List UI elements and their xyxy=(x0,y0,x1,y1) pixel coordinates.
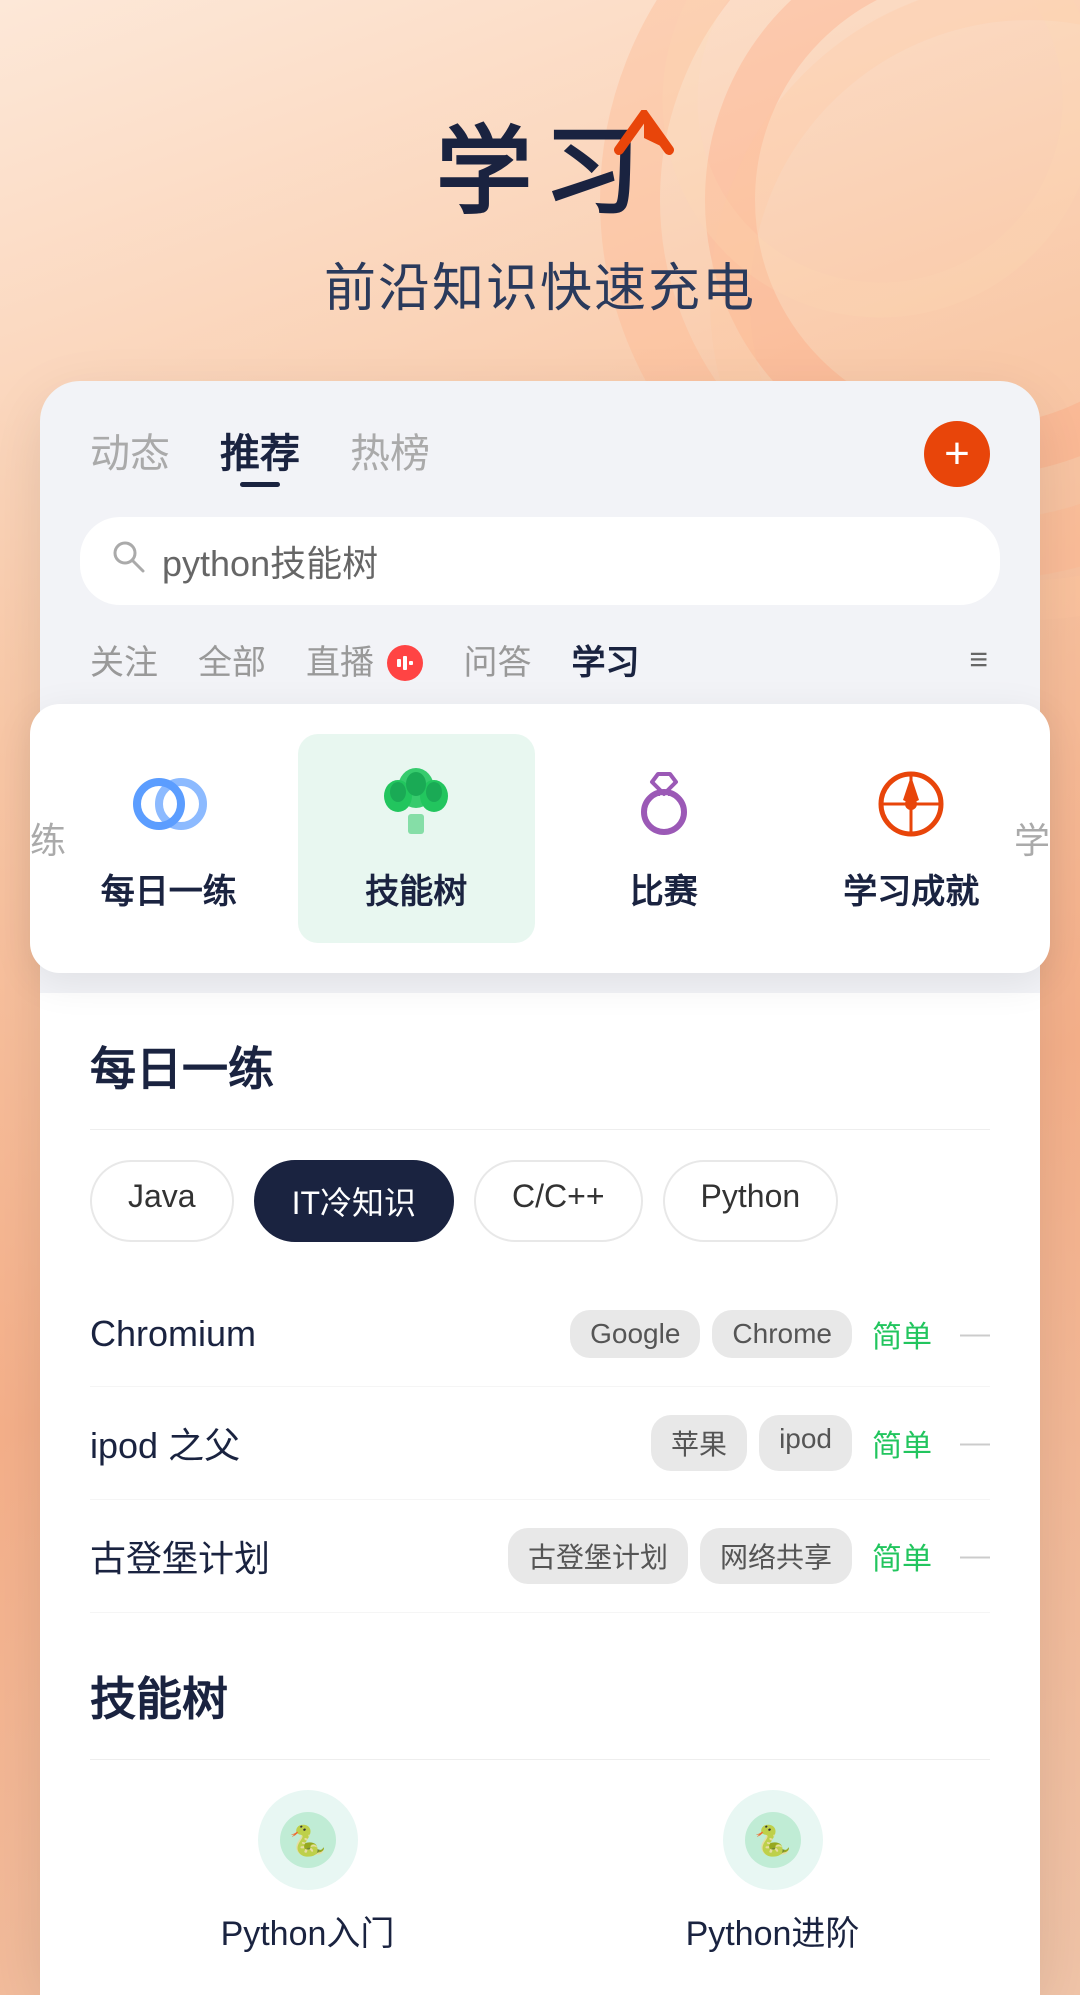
quiz-item-ipod[interactable]: ipod 之父 苹果 ipod 简单 — xyxy=(90,1387,990,1500)
skill-python-advanced-label: Python进阶 xyxy=(686,1906,860,1955)
hero-xi-char: 习 xyxy=(544,120,644,226)
difficulty-ipod: 简单 xyxy=(872,1421,932,1465)
tag-ipod: ipod xyxy=(759,1415,852,1471)
feature-daily-label: 每日一练 xyxy=(101,864,237,913)
hero-subtitle: 前沿知识快速充电 xyxy=(0,246,1080,321)
svg-text:🐍: 🐍 xyxy=(754,1823,791,1858)
tag-network-share: 网络共享 xyxy=(700,1528,852,1584)
pill-python[interactable]: Python xyxy=(663,1160,839,1242)
partial-left-label: 练 xyxy=(30,812,66,864)
feature-skill-label: 技能树 xyxy=(365,864,467,913)
quiz-tags-ipod: 苹果 ipod xyxy=(651,1415,852,1471)
medal-icon xyxy=(624,764,704,844)
pill-java[interactable]: Java xyxy=(90,1160,234,1242)
feature-daily-practice[interactable]: 练 每日一练 xyxy=(50,734,288,943)
quiz-item-chromium[interactable]: Chromium Google Chrome 简单 — xyxy=(90,1282,990,1387)
search-placeholder-text: python技能树 xyxy=(162,535,378,587)
dash-gutenberg: — xyxy=(960,1539,990,1573)
search-icon xyxy=(110,538,146,583)
filter-live[interactable]: 直播 xyxy=(306,635,423,684)
quiz-title-ipod: ipod 之父 xyxy=(90,1417,631,1469)
filter-all[interactable]: 全部 xyxy=(198,635,266,684)
content-area: 每日一练 Java IT冷知识 C/C++ Python Chromium Go… xyxy=(40,993,1040,1995)
tab-rebang[interactable]: 热榜 xyxy=(350,421,430,487)
quiz-tags-gutenberg: 古登堡计划 网络共享 xyxy=(508,1528,852,1584)
daily-divider xyxy=(90,1129,990,1130)
skill-python-basic[interactable]: 🐍 Python入门 xyxy=(90,1790,525,1955)
tree-icon xyxy=(376,764,456,844)
compass-icon xyxy=(871,764,951,844)
dash-ipod: — xyxy=(960,1426,990,1460)
feature-achievement[interactable]: 学 学习成就 xyxy=(793,734,1031,943)
filter-qa[interactable]: 问答 xyxy=(463,635,531,684)
hero-xue-char: 学 xyxy=(436,120,536,226)
python-advanced-icon: 🐍 xyxy=(723,1790,823,1890)
difficulty-chromium: 简单 xyxy=(872,1312,932,1356)
skills-divider xyxy=(90,1759,990,1760)
live-badge xyxy=(387,645,423,681)
quiz-tags-chromium: Google Chrome xyxy=(570,1310,852,1358)
feature-contest-label: 比赛 xyxy=(630,864,698,913)
main-card: 动态 推荐 热榜 + python技能树 关注 全部 直播 xyxy=(40,381,1040,1995)
filter-follow[interactable]: 关注 xyxy=(90,635,158,684)
skills-section-title: 技能树 xyxy=(90,1663,990,1729)
partial-right-label: 学 xyxy=(1014,812,1050,864)
filter-more-button[interactable]: ≡ xyxy=(969,641,990,678)
add-tab-button[interactable]: + xyxy=(924,421,990,487)
difficulty-gutenberg: 简单 xyxy=(872,1534,932,1578)
dash-chromium: — xyxy=(960,1317,990,1351)
quiz-item-gutenberg[interactable]: 古登堡计划 古登堡计划 网络共享 简单 — xyxy=(90,1500,990,1613)
filter-row: 关注 全部 直播 问答 学习 ≡ xyxy=(40,625,1040,704)
pill-it-cold[interactable]: IT冷知识 xyxy=(254,1160,454,1242)
tab-dongtai[interactable]: 动态 xyxy=(90,421,170,487)
pill-cpp[interactable]: C/C++ xyxy=(474,1160,642,1242)
skills-grid: 🐍 Python入门 🐍 Python进阶 xyxy=(90,1790,990,1955)
feature-contest[interactable]: 比赛 xyxy=(545,734,783,943)
tag-gutenberg: 古登堡计划 xyxy=(508,1528,688,1584)
search-bar[interactable]: python技能树 xyxy=(80,517,1000,605)
feature-achievement-label: 学习成就 xyxy=(843,864,979,913)
quiz-title-chromium: Chromium xyxy=(90,1313,550,1355)
tag-apple: 苹果 xyxy=(651,1415,747,1471)
feature-grid: 练 每日一练 xyxy=(30,704,1050,973)
tag-google: Google xyxy=(570,1310,700,1358)
rings-icon xyxy=(129,764,209,844)
hero-section: 学 习 前沿知识快速充电 xyxy=(0,0,1080,381)
daily-section-title: 每日一练 xyxy=(90,1033,990,1099)
skill-python-basic-label: Python入门 xyxy=(221,1906,395,1955)
tab-tuijian[interactable]: 推荐 xyxy=(220,421,300,487)
skill-python-advanced[interactable]: 🐍 Python进阶 xyxy=(555,1790,990,1955)
python-basic-icon: 🐍 xyxy=(258,1790,358,1890)
hero-title: 学 习 xyxy=(0,120,1080,226)
tag-chrome: Chrome xyxy=(712,1310,852,1358)
svg-text:🐍: 🐍 xyxy=(289,1823,326,1858)
tabs-row: 动态 推荐 热榜 + xyxy=(40,381,1040,507)
category-pills: Java IT冷知识 C/C++ Python xyxy=(90,1160,990,1242)
feature-skill-tree[interactable]: 技能树 xyxy=(298,734,536,943)
quiz-title-gutenberg: 古登堡计划 xyxy=(90,1530,488,1582)
filter-study[interactable]: 学习 xyxy=(571,635,639,684)
